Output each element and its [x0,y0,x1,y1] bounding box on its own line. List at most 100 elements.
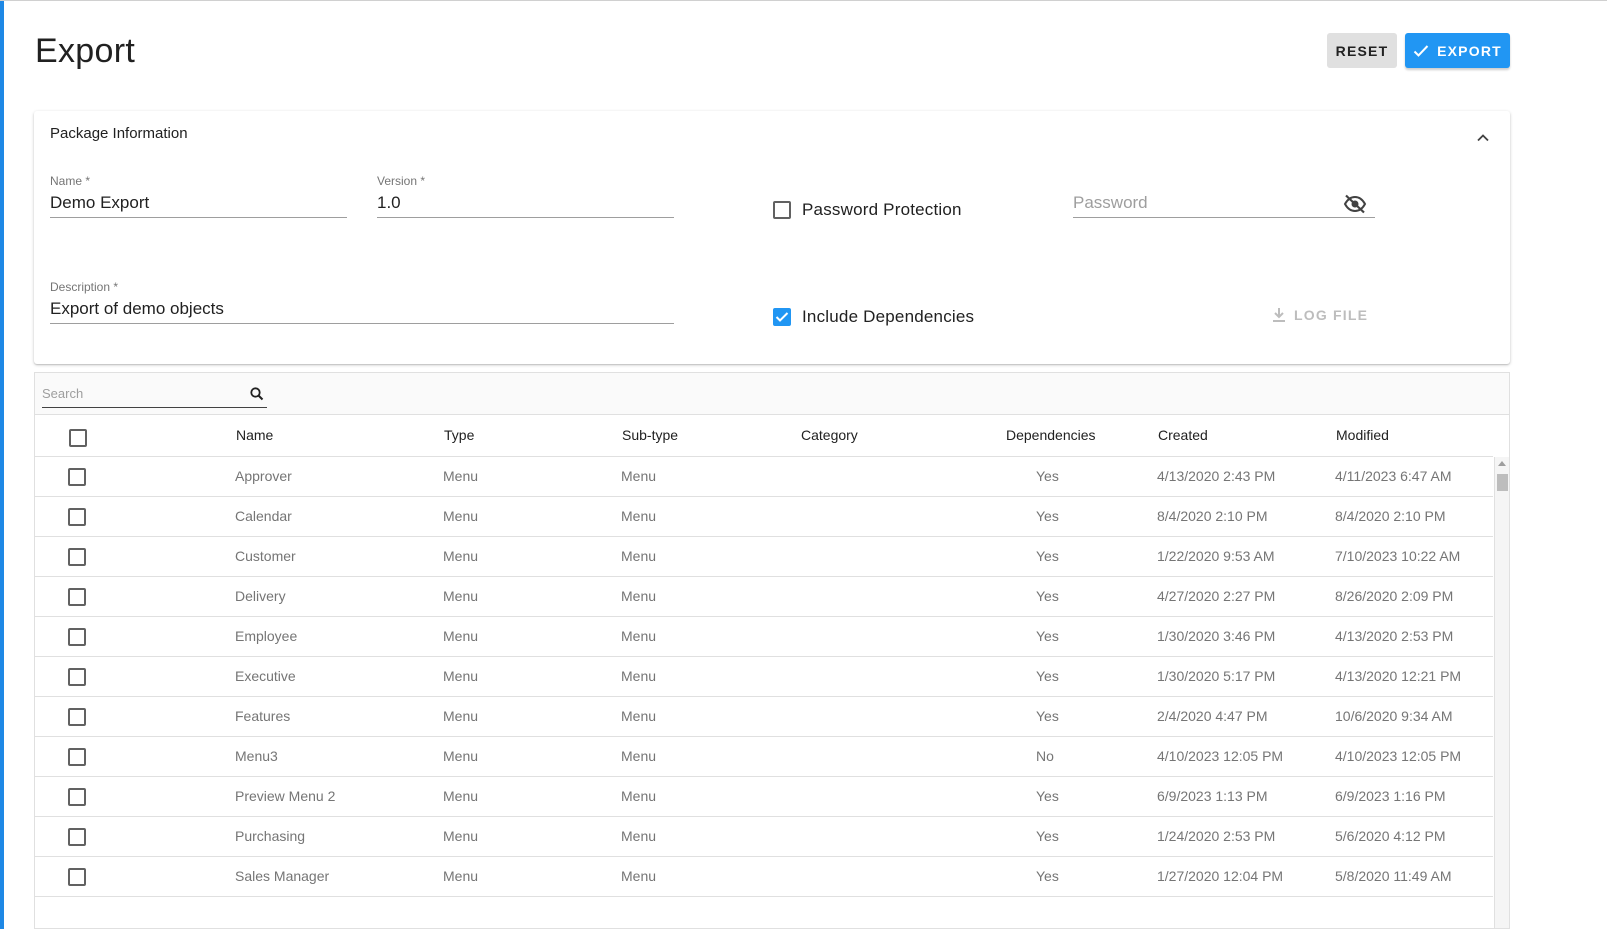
cell-type: Menu [443,748,479,764]
cell-name: Approver [235,468,292,484]
description-label: Description * [50,280,119,294]
search-input[interactable]: Search [42,384,267,408]
scrollbar-thumb[interactable] [1497,474,1508,491]
table-row[interactable]: Delivery Menu Menu Yes 4/27/2020 2:27 PM 8/26… [35,577,1493,617]
table-row[interactable]: Purchasing Menu Menu Yes 1/24/2020 2:53 PM 5/… [35,817,1493,857]
cell-type: Menu [443,828,479,844]
column-header-created[interactable]: Created [1158,427,1208,443]
search-placeholder: Search [42,386,84,401]
column-header-name[interactable]: Name [236,427,273,443]
table-row[interactable]: Sales Manager Menu Menu Yes 1/27/2020 12:04 … [35,857,1493,897]
export-button-label: EXPORT [1437,42,1502,59]
table-row[interactable]: Calendar Menu Menu Yes 8/4/2020 2:10 PM 8/4/2… [35,497,1493,537]
cell-dependencies: Yes [1036,548,1059,564]
table-row[interactable]: Features Menu Menu Yes 2/4/2020 4:47 PM 10/6/… [35,697,1493,737]
table-row[interactable]: Menu3 Menu Menu No 4/10/2023 12:05 PM 4/10/20… [35,737,1493,777]
cell-created: 1/30/2020 3:46 PM [1157,628,1276,644]
password-field[interactable]: Password [1073,174,1375,219]
name-field[interactable]: Name * Demo Export [50,174,347,219]
password-protection-label: Password Protection [802,200,962,219]
password-protection-checkbox[interactable] [773,201,791,219]
column-header-modified[interactable]: Modified [1336,427,1389,443]
version-label: Version * [377,174,426,188]
table-row[interactable]: Approver Menu Menu Yes 4/13/2020 2:43 PM 4/11… [35,457,1493,497]
page-title: Export [35,32,136,70]
name-label: Name * [50,174,91,188]
cell-name: Employee [235,628,298,644]
cell-type: Menu [443,668,479,684]
row-checkbox[interactable] [68,668,86,686]
password-input[interactable]: Password [1073,193,1148,213]
select-all-checkbox[interactable] [69,429,87,447]
column-header-type[interactable]: Type [444,427,474,443]
reset-button[interactable]: RESET [1327,33,1397,68]
row-checkbox[interactable] [68,588,86,606]
package-information-panel: Package Information Name * Demo Export V… [34,111,1510,364]
password-protection-option[interactable]: Password Protection [773,200,962,220]
column-header-dependencies[interactable]: Dependencies [1006,427,1096,443]
description-underline [50,323,674,324]
row-checkbox[interactable] [68,788,86,806]
log-file-button[interactable]: LOG FILE [1272,307,1368,323]
cell-dependencies: Yes [1036,588,1059,604]
scroll-up-arrow-icon[interactable] [1498,461,1506,466]
cell-modified: 8/26/2020 2:09 PM [1335,588,1454,604]
column-header-subtype[interactable]: Sub-type [622,427,678,443]
search-icon[interactable] [249,386,265,402]
cell-name: Preview Menu 2 [235,788,336,804]
log-file-label: LOG FILE [1294,307,1369,323]
cell-created: 1/30/2020 5:17 PM [1157,668,1276,684]
cell-created: 2/4/2020 4:47 PM [1157,708,1268,724]
version-input[interactable]: 1.0 [377,193,401,213]
name-input[interactable]: Demo Export [50,193,149,213]
cell-subtype: Menu [621,788,657,804]
vertical-scrollbar[interactable] [1494,457,1509,928]
table-row[interactable]: Executive Menu Menu Yes 1/30/2020 5:17 PM 4/1… [35,657,1493,697]
cell-type: Menu [443,588,479,604]
description-input[interactable]: Export of demo objects [50,299,224,319]
column-header-category[interactable]: Category [801,427,858,443]
description-field[interactable]: Description * Export of demo objects [50,280,674,325]
table-row[interactable]: Employee Menu Menu Yes 1/30/2020 3:46 PM 4/13… [35,617,1493,657]
cell-created: 6/9/2023 1:13 PM [1157,788,1268,804]
cell-created: 8/4/2020 2:10 PM [1157,508,1268,524]
table-row[interactable]: Customer Menu Menu Yes 1/22/2020 9:53 AM 7/10… [35,537,1493,577]
cell-subtype: Menu [621,588,657,604]
cell-modified: 4/10/2023 12:05 PM [1335,748,1462,764]
row-checkbox[interactable] [68,708,86,726]
check-icon [1413,44,1429,57]
cell-type: Menu [443,868,479,884]
row-checkbox[interactable] [68,628,86,646]
panel-title: Package Information [50,125,188,142]
cell-name: Delivery [235,588,286,604]
include-dependencies-option[interactable]: Include Dependencies [773,307,974,327]
cell-subtype: Menu [621,628,657,644]
export-button[interactable]: EXPORT [1405,33,1510,68]
include-dependencies-checkbox[interactable] [773,308,791,326]
reset-button-label: RESET [1335,42,1389,59]
cell-name: Purchasing [235,828,306,844]
cell-name: Features [235,708,291,724]
version-field[interactable]: Version * 1.0 [377,174,674,219]
cell-dependencies: No [1036,748,1054,764]
cell-dependencies: Yes [1036,508,1059,524]
cell-name: Customer [235,548,296,564]
cell-created: 4/10/2023 12:05 PM [1157,748,1284,764]
chevron-up-icon[interactable] [1474,129,1492,147]
grid-header: Name Type Sub-type Category Dependencies… [35,415,1493,457]
top-divider [0,0,1607,1]
row-checkbox[interactable] [68,868,86,886]
table-row[interactable]: Preview Menu 2 Menu Menu Yes 6/9/2023 1:13 P… [35,777,1493,817]
row-checkbox[interactable] [68,828,86,846]
eye-off-icon[interactable] [1343,194,1367,214]
row-checkbox[interactable] [68,468,86,486]
cell-modified: 4/13/2020 2:53 PM [1335,628,1454,644]
name-underline [50,217,347,218]
row-checkbox[interactable] [68,508,86,526]
include-dependencies-label: Include Dependencies [802,307,975,326]
row-checkbox[interactable] [68,748,86,766]
check-icon [775,312,789,322]
cell-subtype: Menu [621,548,657,564]
cell-type: Menu [443,788,479,804]
row-checkbox[interactable] [68,548,86,566]
